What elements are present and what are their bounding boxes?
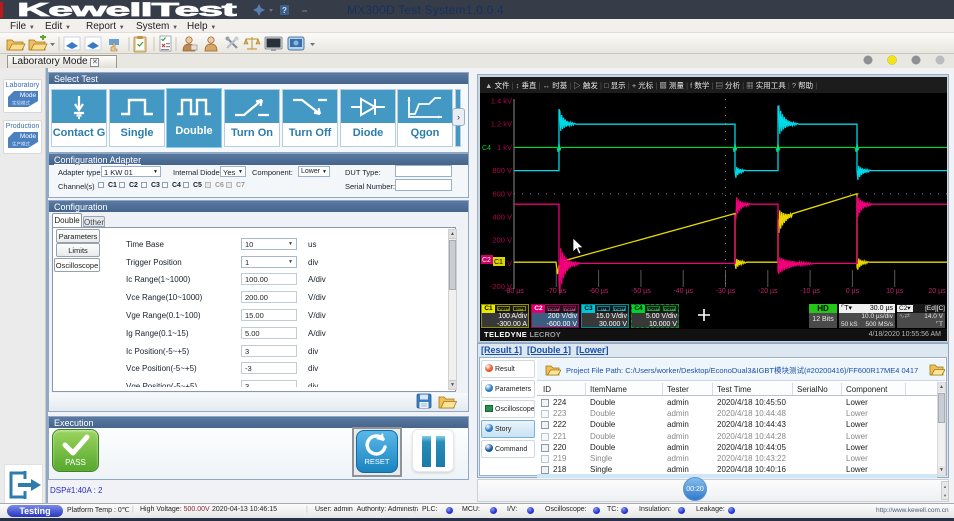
svg-text:-60 µs: -60 µs xyxy=(589,288,609,295)
svg-text:实验模式: 实验模式 xyxy=(12,100,30,107)
svg-text:-10 µs: -10 µs xyxy=(800,288,820,295)
svg-text:-70 µs: -70 µs xyxy=(546,288,566,295)
svg-text:1 kV: 1 kV xyxy=(497,143,512,152)
svg-text:-80 µs: -80 µs xyxy=(504,288,524,295)
svg-text:C4: C4 xyxy=(482,145,491,152)
svg-text:200 V: 200 V xyxy=(492,236,512,245)
svg-text:生产模式: 生产模式 xyxy=(12,141,30,148)
svg-text:?: ? xyxy=(282,6,287,15)
svg-text:400 V: 400 V xyxy=(492,213,512,222)
svg-text:-30 µs: -30 µs xyxy=(716,288,736,295)
svg-text:Mode: Mode xyxy=(19,92,36,99)
svg-text:-20 µs: -20 µs xyxy=(758,288,778,295)
svg-text:1.2 kV: 1.2 kV xyxy=(491,120,512,129)
svg-text:-50 µs: -50 µs xyxy=(631,288,651,295)
svg-text:10 µs: 10 µs xyxy=(886,288,904,295)
svg-text:0 µs: 0 µs xyxy=(846,288,860,295)
svg-text:20 µs: 20 µs xyxy=(928,288,946,295)
svg-text:600 V: 600 V xyxy=(492,189,512,198)
svg-text:-40 µs: -40 µs xyxy=(673,288,693,295)
svg-text:800 V: 800 V xyxy=(492,166,512,175)
svg-text:1.4 kV: 1.4 kV xyxy=(491,97,512,106)
svg-text:Mode: Mode xyxy=(19,133,36,140)
svg-text:C1: C1 xyxy=(494,259,503,266)
svg-text:C2: C2 xyxy=(482,257,491,264)
